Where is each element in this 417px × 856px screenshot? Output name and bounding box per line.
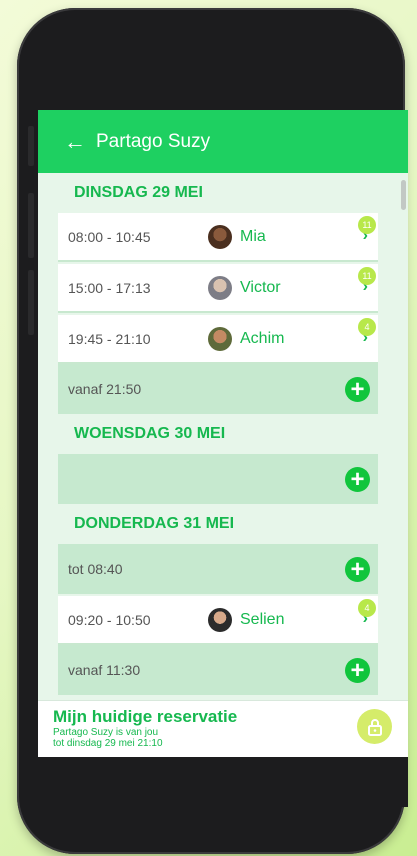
current-reservation-line2: tot dinsdag 29 mei 21:10 bbox=[53, 738, 163, 749]
app-screen: ← Partago Suzy DINSDAG 29 MEI 08:00 - 10… bbox=[38, 110, 408, 757]
day-header: DONDERDAG 31 MEI bbox=[74, 515, 235, 532]
avatar bbox=[208, 224, 232, 249]
count-badge: 4 bbox=[358, 599, 376, 617]
reservation-row[interactable]: 15:00 - 17:13 Victor › 11 bbox=[58, 264, 378, 313]
reservation-name: Victor bbox=[240, 278, 281, 296]
free-slot[interactable]: tot 08:40 + bbox=[58, 544, 378, 594]
volume-down-button bbox=[28, 270, 34, 335]
add-icon[interactable]: + bbox=[345, 658, 370, 683]
volume-up-button bbox=[28, 193, 34, 258]
add-icon[interactable]: + bbox=[345, 377, 370, 402]
reservation-time: 15:00 - 17:13 bbox=[68, 279, 151, 296]
reservation-time: 08:00 - 10:45 bbox=[68, 228, 151, 245]
free-slot[interactable]: vanaf 21:50 + bbox=[58, 364, 378, 414]
add-icon[interactable]: + bbox=[345, 467, 370, 492]
free-slot[interactable]: + bbox=[58, 454, 378, 504]
current-reservation-title: Mijn huidige reservatie bbox=[53, 707, 238, 726]
reservation-row[interactable]: 19:45 - 21:10 Achim › 4 bbox=[58, 315, 378, 364]
free-slot-label: vanaf 11:30 bbox=[68, 662, 141, 678]
day-header: DINSDAG 29 MEI bbox=[74, 184, 203, 201]
current-reservation-line1: Partago Suzy is van jou bbox=[53, 727, 159, 738]
free-slot-label: tot 08:40 bbox=[68, 561, 123, 577]
reservation-name: Selien bbox=[240, 610, 285, 628]
avatar bbox=[208, 607, 232, 632]
reservation-time: 19:45 - 21:10 bbox=[68, 330, 151, 347]
reservation-time: 09:20 - 10:50 bbox=[68, 611, 151, 628]
schedule-list[interactable]: DINSDAG 29 MEI 08:00 - 10:45 Mia › 11 15… bbox=[38, 173, 400, 701]
current-reservation-panel[interactable]: Mijn huidige reservatie Partago Suzy is … bbox=[38, 700, 408, 757]
reservation-row[interactable]: 08:00 - 10:45 Mia › 11 bbox=[58, 213, 378, 262]
mute-switch bbox=[28, 126, 34, 166]
avatar bbox=[208, 326, 232, 351]
arrow-left-icon[interactable]: ← bbox=[64, 129, 86, 155]
reservation-row[interactable]: 09:20 - 10:50 Selien › 4 bbox=[58, 596, 378, 645]
free-slot-label: vanaf 21:50 bbox=[68, 381, 142, 397]
lock-icon[interactable] bbox=[357, 709, 392, 744]
free-slot[interactable]: vanaf 11:30 + bbox=[58, 645, 378, 695]
scrollbar[interactable] bbox=[401, 180, 406, 210]
avatar bbox=[208, 275, 232, 300]
app-bar: ← Partago Suzy bbox=[38, 110, 408, 173]
page-title: Partago Suzy bbox=[96, 130, 211, 152]
bottom-bezel bbox=[38, 757, 408, 807]
day-header: WOENSDAG 30 MEI bbox=[74, 425, 226, 442]
count-badge: 11 bbox=[358, 267, 376, 285]
count-badge: 11 bbox=[358, 216, 376, 234]
reservation-name: Achim bbox=[240, 329, 285, 347]
add-icon[interactable]: + bbox=[345, 557, 370, 582]
reservation-name: Mia bbox=[240, 227, 266, 245]
count-badge: 4 bbox=[358, 318, 376, 336]
